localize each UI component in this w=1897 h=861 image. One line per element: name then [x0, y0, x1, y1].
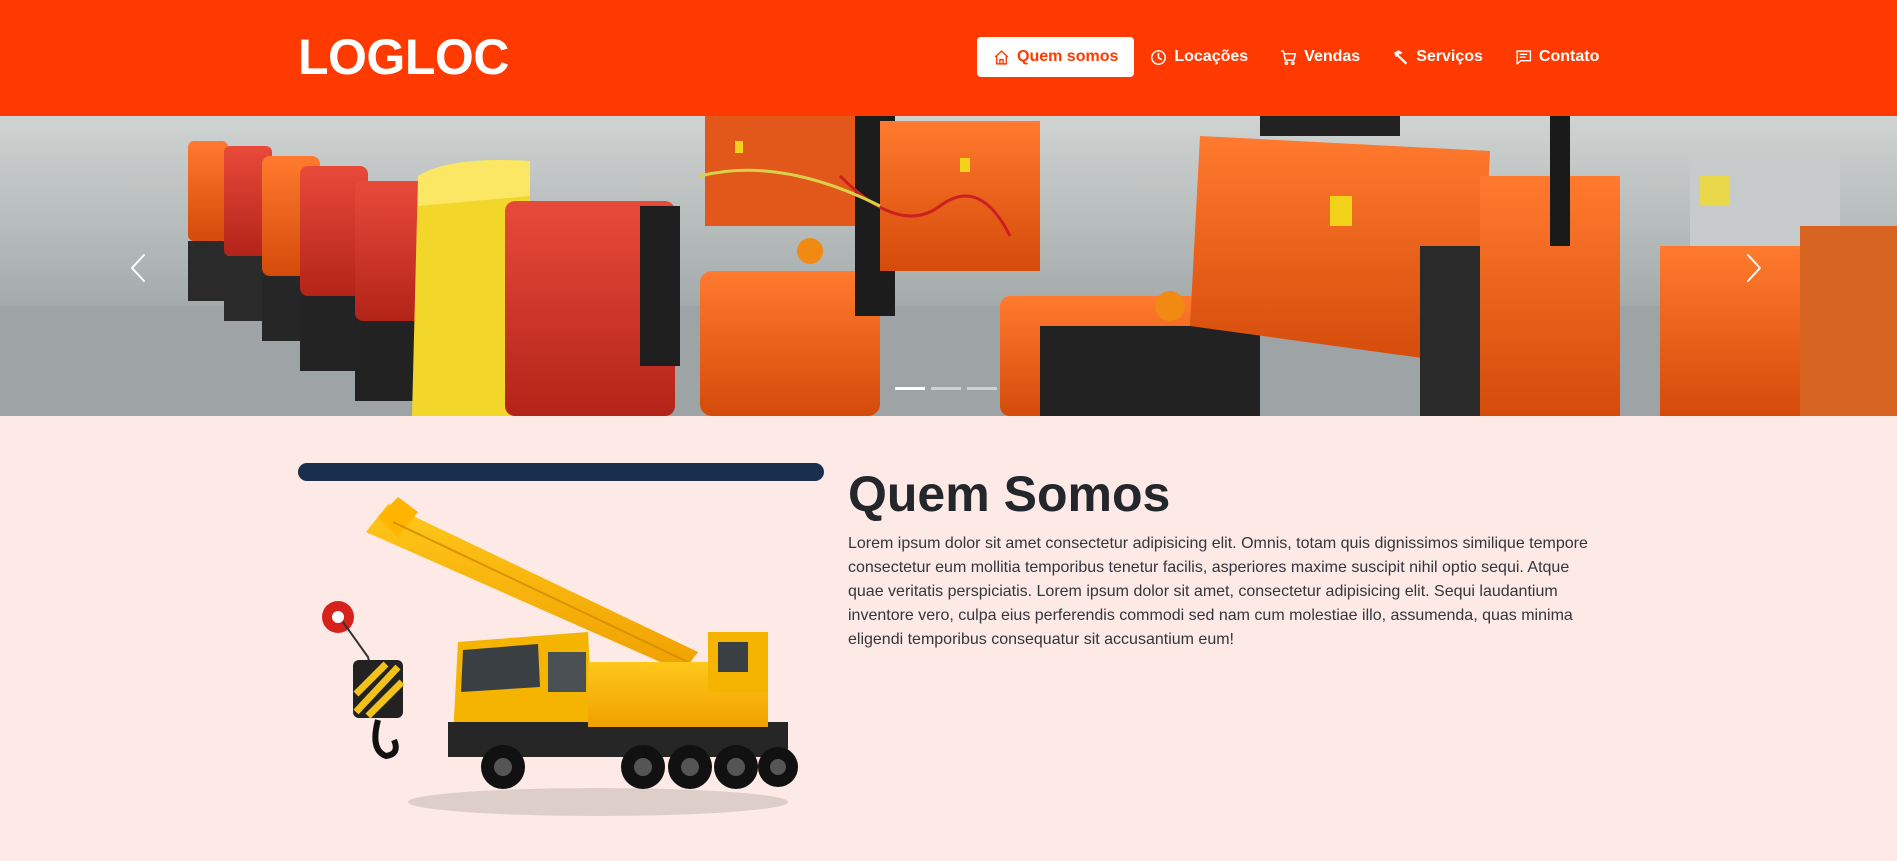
- nav-label: Serviços: [1416, 48, 1483, 65]
- crane-truck-image: [298, 482, 824, 822]
- nav-item-quem-somos[interactable]: Quem somos: [977, 37, 1135, 77]
- nav-label: Quem somos: [1017, 48, 1119, 65]
- chevron-right-icon: [1747, 254, 1761, 282]
- nav-item-vendas[interactable]: Vendas: [1264, 37, 1376, 77]
- cart-icon: [1281, 49, 1297, 65]
- carousel-prev-button[interactable]: [124, 251, 154, 285]
- about-title: Quem Somos: [848, 466, 1171, 522]
- hammer-icon: [1394, 49, 1408, 65]
- carousel-indicators: [895, 387, 997, 390]
- home-icon: [994, 49, 1009, 65]
- site-header: LOGLOC Quem somos Locações Vendas Serviç…: [0, 0, 1897, 116]
- main-nav: Quem somos Locações Vendas Serviços Cont…: [977, 37, 1615, 77]
- clock-icon: [1151, 49, 1167, 65]
- nav-item-locacoes[interactable]: Locações: [1134, 37, 1264, 77]
- nav-label: Locações: [1174, 48, 1249, 65]
- nav-item-contato[interactable]: Contato: [1499, 37, 1615, 77]
- nav-item-servicos[interactable]: Serviços: [1376, 37, 1499, 77]
- carousel-indicator-2[interactable]: [931, 387, 961, 390]
- nav-label: Contato: [1538, 48, 1600, 65]
- carousel-slide-image: [0, 116, 1897, 416]
- message-icon: [1515, 49, 1532, 65]
- carousel-indicator-1[interactable]: [895, 387, 925, 390]
- nav-label: Vendas: [1304, 48, 1361, 65]
- hero-carousel[interactable]: [0, 116, 1897, 416]
- about-accent-bar: [298, 463, 824, 481]
- carousel-next-button[interactable]: [1738, 251, 1768, 285]
- carousel-indicator-3[interactable]: [967, 387, 997, 390]
- site-logo[interactable]: LOGLOC: [298, 30, 509, 84]
- about-text: Lorem ipsum dolor sit amet consectetur a…: [848, 535, 1588, 648]
- chevron-left-icon: [131, 254, 145, 282]
